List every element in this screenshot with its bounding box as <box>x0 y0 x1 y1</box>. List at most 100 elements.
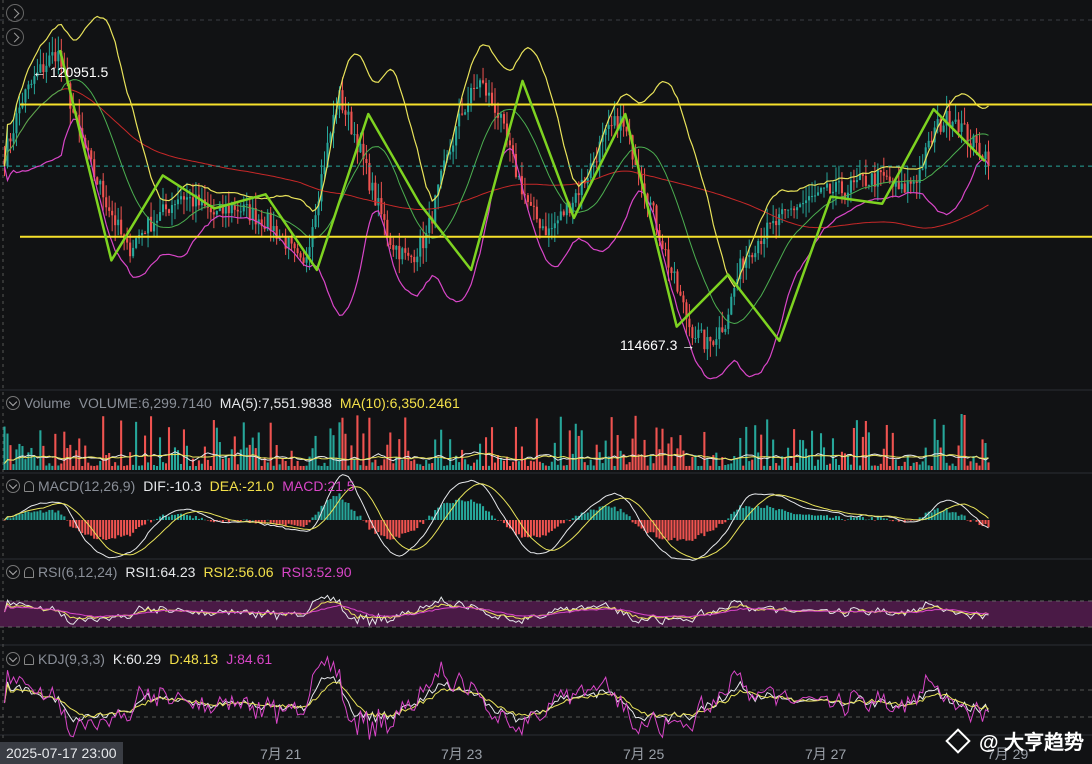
macd-dea-line <box>4 483 989 560</box>
macd-bar <box>123 520 126 536</box>
macd-bar <box>347 502 350 520</box>
boll-upper-line <box>3 15 989 288</box>
chevron-down-icon[interactable] <box>6 396 20 410</box>
chevron-down-icon[interactable] <box>6 479 20 493</box>
candle-body <box>538 219 541 229</box>
volume-bar <box>371 462 374 470</box>
volume-bar <box>470 465 473 470</box>
macd-bar <box>975 520 978 522</box>
macd-bar <box>416 520 419 529</box>
candle-body <box>96 177 99 185</box>
bell-icon[interactable] <box>24 566 34 578</box>
volume-bar <box>81 466 84 470</box>
volume-bar <box>502 460 506 470</box>
volume-bar <box>320 465 323 470</box>
candle-body <box>957 119 960 132</box>
macd-bar <box>493 518 497 520</box>
volume-bar <box>132 464 135 470</box>
volume-bar <box>816 459 820 470</box>
volume-bar <box>799 439 802 470</box>
macd-bar <box>568 520 571 522</box>
candle-body <box>365 158 368 163</box>
macd-bar <box>712 520 715 531</box>
macd-bar <box>604 506 607 520</box>
macd-bar <box>715 520 718 528</box>
volume-bar <box>78 438 81 470</box>
bell-icon[interactable] <box>24 480 34 492</box>
volume-bar <box>437 457 440 470</box>
macd-bar <box>407 520 410 533</box>
volume-bar <box>688 465 691 470</box>
volume-bar <box>508 466 512 470</box>
macd-bar <box>484 510 488 520</box>
volume-bar <box>610 417 613 470</box>
volume-bar <box>763 465 766 470</box>
macd-bar <box>598 506 601 520</box>
volume-bar <box>308 456 311 470</box>
candle-body <box>541 226 544 229</box>
volume-bar <box>577 435 580 470</box>
candle-body <box>185 197 188 200</box>
candle-body <box>706 337 709 350</box>
volume-bar <box>188 466 191 470</box>
rsi-rsi3: RSI3:52.90 <box>281 564 352 580</box>
volume-bar <box>852 427 855 470</box>
crosshair-date-badge: 2025-07-17 23:00 <box>0 742 123 764</box>
macd-bar <box>637 520 640 527</box>
volume-bar <box>900 465 903 470</box>
macd-bar <box>314 514 317 520</box>
candle-body <box>697 329 700 338</box>
candle-body <box>748 255 751 258</box>
collapse-icon[interactable] <box>6 4 24 22</box>
macd-bar <box>48 510 51 520</box>
volume-bar <box>918 464 921 470</box>
volume-bar <box>443 465 446 470</box>
macd-title: MACD(12,26,9) <box>38 478 136 494</box>
volume-bar <box>416 463 419 470</box>
candle-body <box>906 181 909 193</box>
volume-bar <box>793 429 796 470</box>
volume-bar <box>449 439 452 470</box>
macd-bar <box>837 516 841 520</box>
bell-icon[interactable] <box>24 653 34 665</box>
volume-bar <box>227 458 230 470</box>
candle-body <box>712 341 715 345</box>
macd-bar <box>622 512 625 520</box>
candle-body <box>51 52 54 56</box>
volume-bar <box>135 421 138 470</box>
volume-bar <box>568 430 571 470</box>
volume-bar <box>431 463 434 470</box>
volume-bar <box>742 465 745 470</box>
macd-bar <box>565 519 568 521</box>
candle-body <box>721 327 724 332</box>
candle-body <box>730 296 733 315</box>
volume-bar <box>54 433 57 470</box>
macd-bar <box>769 506 772 520</box>
volume-ma10-line <box>4 452 989 464</box>
candle-body <box>158 212 162 221</box>
volume-bar <box>631 438 634 470</box>
macd-bar <box>864 519 867 521</box>
candle-body <box>239 211 242 213</box>
volume-bar <box>517 461 520 470</box>
collapse-icon[interactable] <box>6 28 24 46</box>
volume-bar <box>628 462 631 470</box>
macd-bar <box>335 496 338 520</box>
chevron-down-icon[interactable] <box>6 652 20 666</box>
candle-body <box>813 195 817 197</box>
kdj-j-line <box>4 655 989 740</box>
volume-bar <box>254 448 257 470</box>
candle-body <box>790 208 793 210</box>
macd-bar <box>389 520 392 540</box>
volume-bar <box>706 458 709 470</box>
candle-body <box>816 192 820 196</box>
volume-bar <box>164 463 168 470</box>
macd-bar <box>760 507 763 520</box>
macd-bar <box>706 520 709 532</box>
chevron-down-icon[interactable] <box>6 565 20 579</box>
volume-bar <box>840 451 843 470</box>
candle-body <box>825 183 829 188</box>
volume-bar <box>523 459 526 470</box>
macd-bar <box>634 520 637 524</box>
candle-body <box>176 199 180 205</box>
